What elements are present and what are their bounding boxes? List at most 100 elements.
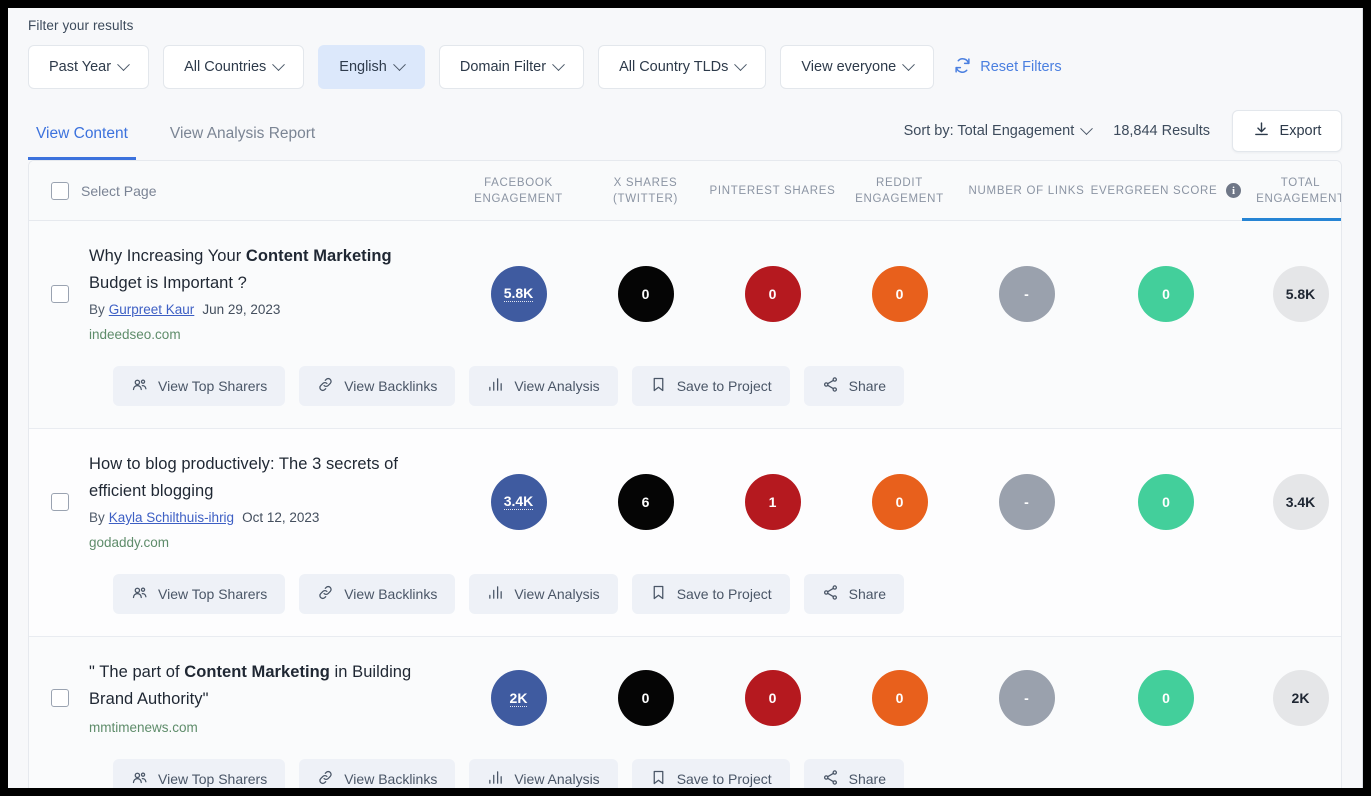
metric-bubble-facebook[interactable]: 3.4K (491, 474, 547, 530)
filter-chip-english[interactable]: English (318, 45, 425, 89)
metric-value: 0 (896, 690, 904, 706)
column-header-label: REDDIT ENGAGEMENT (836, 175, 963, 207)
article-title[interactable]: Why Increasing Your Content Marketing Bu… (89, 243, 445, 297)
tab-view-content[interactable]: View Content (28, 107, 136, 160)
action-save-to-project-button[interactable]: Save to Project (632, 759, 790, 788)
reset-filters-button[interactable]: Reset Filters (954, 57, 1061, 78)
metric-bubble-evergreen[interactable]: 0 (1138, 266, 1194, 322)
filter-chip-past-year[interactable]: Past Year (28, 45, 149, 89)
table-row: " The part of Content Marketing in Build… (29, 637, 1341, 788)
cell-total: 3.4K (1242, 474, 1342, 530)
metric-bubble-total[interactable]: 3.4K (1273, 474, 1329, 530)
cell-total: 2K (1242, 670, 1342, 726)
metric-bubble-total[interactable]: 5.8K (1273, 266, 1329, 322)
table-body: Why Increasing Your Content Marketing Bu… (29, 221, 1341, 788)
metric-bubble-evergreen[interactable]: 0 (1138, 670, 1194, 726)
filter-chip-all-countries[interactable]: All Countries (163, 45, 304, 89)
article-title[interactable]: " The part of Content Marketing in Build… (89, 659, 445, 713)
filter-chip-label: View everyone (801, 59, 896, 75)
column-header-facebook[interactable]: FACEBOOK ENGAGEMENT (455, 161, 582, 220)
info-icon[interactable]: i (1226, 183, 1241, 198)
article-title-pre: How to blog productively: The 3 secrets … (89, 455, 398, 500)
column-header-pinterest[interactable]: PINTEREST SHARES (709, 161, 836, 220)
action-view-analysis-button[interactable]: View Analysis (469, 366, 617, 406)
metric-bubble-links[interactable]: - (999, 670, 1055, 726)
article-domain[interactable]: indeedseo.com (89, 325, 445, 344)
cell-reddit: 0 (836, 474, 963, 530)
metric-bubble-reddit[interactable]: 0 (872, 266, 928, 322)
column-header-reddit[interactable]: REDDIT ENGAGEMENT (836, 161, 963, 220)
title-block: " The part of Content Marketing in Build… (89, 659, 445, 737)
row-checkbox[interactable] (51, 689, 69, 707)
action-view-backlinks-button[interactable]: View Backlinks (299, 366, 455, 406)
filter-bar: Filter your results Past YearAll Countri… (8, 8, 1362, 107)
select-page-checkbox[interactable] (51, 182, 69, 200)
action-view-top-sharers-button[interactable]: View Top Sharers (113, 366, 285, 406)
metric-bubble-x[interactable]: 0 (618, 670, 674, 726)
publish-date: Oct 12, 2023 (242, 510, 319, 525)
metric-bubble-facebook[interactable]: 5.8K (491, 266, 547, 322)
metric-bubble-pinterest[interactable]: 0 (745, 670, 801, 726)
action-view-backlinks-button[interactable]: View Backlinks (299, 574, 455, 614)
action-view-analysis-button[interactable]: View Analysis (469, 759, 617, 788)
action-view-analysis-button[interactable]: View Analysis (469, 574, 617, 614)
action-view-top-sharers-button[interactable]: View Top Sharers (113, 574, 285, 614)
author-link[interactable]: Gurpreet Kaur (109, 302, 195, 317)
action-save-to-project-button[interactable]: Save to Project (632, 366, 790, 406)
column-header-links[interactable]: NUMBER OF LINKS (963, 161, 1090, 220)
article-domain[interactable]: mmtimenews.com (89, 718, 445, 737)
row-checkbox[interactable] (51, 285, 69, 303)
refresh-icon (954, 57, 971, 78)
column-header-evergreen[interactable]: EVERGREEN SCOREi (1090, 161, 1242, 220)
metric-bubble-reddit[interactable]: 0 (872, 670, 928, 726)
action-share-button[interactable]: Share (804, 366, 904, 406)
cell-title: Why Increasing Your Content Marketing Bu… (29, 243, 455, 344)
table-header-row: Select PageFACEBOOK ENGAGEMENTX SHARES (… (29, 161, 1341, 221)
metric-bubble-links[interactable]: - (999, 266, 1055, 322)
row-checkbox[interactable] (51, 493, 69, 511)
action-share-button[interactable]: Share (804, 759, 904, 788)
metric-bubble-x[interactable]: 0 (618, 266, 674, 322)
metric-bubble-pinterest[interactable]: 1 (745, 474, 801, 530)
metric-bubble-evergreen[interactable]: 0 (1138, 474, 1194, 530)
action-share-button[interactable]: Share (804, 574, 904, 614)
action-label: Save to Project (677, 771, 772, 787)
filter-chip-label: Domain Filter (460, 59, 546, 75)
metric-bubble-reddit[interactable]: 0 (872, 474, 928, 530)
action-label: View Backlinks (344, 378, 437, 394)
article-domain[interactable]: godaddy.com (89, 533, 445, 552)
metric-bubble-links[interactable]: - (999, 474, 1055, 530)
cell-evergreen: 0 (1090, 474, 1242, 530)
author-link[interactable]: Kayla Schilthuis-ihrig (109, 510, 234, 525)
export-label: Export (1280, 123, 1322, 139)
metric-bubble-total[interactable]: 2K (1273, 670, 1329, 726)
column-header-x[interactable]: X SHARES (TWITTER) (582, 161, 709, 220)
sort-by-label: Sort by: Total Engagement (904, 123, 1075, 139)
metric-bubble-x[interactable]: 6 (618, 474, 674, 530)
results-scroll-area[interactable]: Filter your results Past YearAll Countri… (8, 8, 1362, 788)
tab-view-analysis-report[interactable]: View Analysis Report (162, 107, 323, 160)
share-icon (822, 376, 839, 396)
article-byline: ByGurpreet KaurJun 29, 2023 (89, 300, 445, 320)
action-label: View Top Sharers (158, 771, 267, 787)
metric-bubble-pinterest[interactable]: 0 (745, 266, 801, 322)
metric-value: 0 (642, 690, 650, 706)
bar-chart-icon (487, 769, 504, 788)
export-button[interactable]: Export (1232, 110, 1342, 152)
action-label: Save to Project (677, 586, 772, 602)
metric-bubble-facebook[interactable]: 2K (491, 670, 547, 726)
column-header-total[interactable]: TOTAL ENGAGEMENT (1242, 161, 1342, 220)
action-view-top-sharers-button[interactable]: View Top Sharers (113, 759, 285, 788)
article-title[interactable]: How to blog productively: The 3 secrets … (89, 451, 445, 505)
row-main: " The part of Content Marketing in Build… (29, 637, 1341, 737)
filter-chip-view-everyone[interactable]: View everyone (780, 45, 934, 89)
cell-x: 0 (582, 670, 709, 726)
sort-by-dropdown[interactable]: Sort by: Total Engagement (904, 123, 1092, 139)
bookmark-icon (650, 584, 667, 604)
filter-chip-all-country-tlds[interactable]: All Country TLDs (598, 45, 766, 89)
link-icon (317, 376, 334, 396)
action-save-to-project-button[interactable]: Save to Project (632, 574, 790, 614)
action-view-backlinks-button[interactable]: View Backlinks (299, 759, 455, 788)
filter-chip-domain-filter[interactable]: Domain Filter (439, 45, 584, 89)
tab-list: View Content View Analysis Report (28, 107, 323, 160)
